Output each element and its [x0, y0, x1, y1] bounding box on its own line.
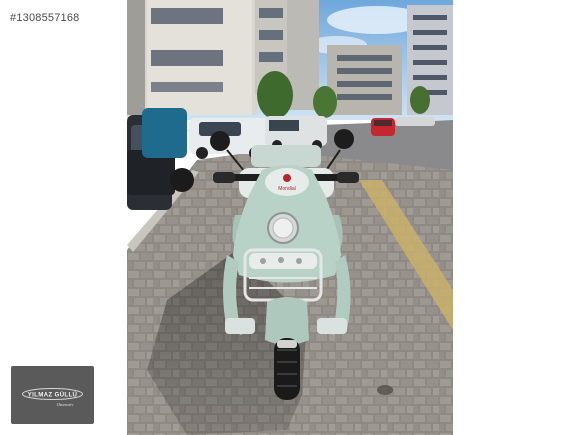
front-fender [265, 297, 309, 345]
dealer-watermark-logo: YILMAZ GÜLLÜ Otomotiv [11, 366, 94, 424]
scooter-brand: Mondial [278, 186, 296, 192]
scooter-photo: Mondial [127, 0, 453, 435]
listing-photo[interactable]: Mondial [127, 0, 453, 435]
tree [257, 71, 293, 119]
right-mirror [334, 129, 354, 149]
white-van [265, 116, 327, 150]
red-car [371, 118, 395, 136]
tree [410, 86, 430, 114]
listing-id: #1308557168 [10, 12, 80, 24]
left-mirror [210, 131, 230, 151]
tree [313, 86, 337, 118]
watermark-tagline: Otomotiv [57, 402, 74, 407]
watermark-brand: YILMAZ GÜLLÜ [28, 392, 78, 399]
